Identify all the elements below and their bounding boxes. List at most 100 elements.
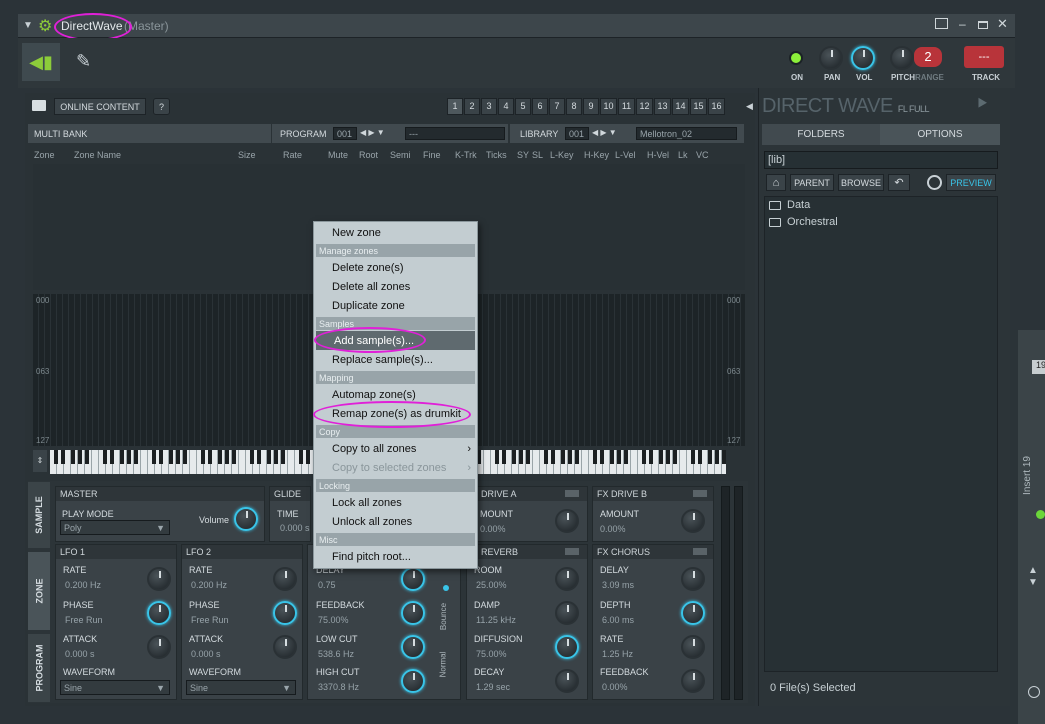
page-tab-15[interactable]: 15 [690,98,707,115]
column-header[interactable]: Lk [678,150,688,160]
preview-button[interactable]: PREVIEW [946,174,996,191]
high-cut-knob[interactable] [401,669,425,693]
parent-button[interactable]: PARENT [790,174,834,191]
tab-zone[interactable]: ZONE [28,552,50,630]
lfo1-attack-knob[interactable] [147,635,171,659]
menu-item-new-zone[interactable]: New zone [314,223,477,242]
chorus-feedback-knob[interactable] [681,669,705,693]
column-header[interactable]: L-Vel [615,150,636,160]
column-header[interactable]: Rate [283,150,302,160]
wrench-icon[interactable]: ✎ [76,51,91,72]
column-header[interactable]: Root [359,150,378,160]
lfo1-rate-knob[interactable] [147,567,171,591]
file-list[interactable] [764,196,998,672]
chorus-toggle[interactable] [693,548,707,555]
page-tab-13[interactable]: 13 [654,98,671,115]
reverb-toggle[interactable] [565,548,579,555]
column-header[interactable]: Ticks [486,150,507,160]
menu-item-add-sample[interactable]: Add sample(s)... [316,331,475,350]
program-number[interactable]: 001 [333,127,357,140]
preview-volume-knob[interactable] [927,175,942,190]
online-content-button[interactable]: ONLINE CONTENT [54,98,146,115]
fx-drive-b-toggle[interactable] [693,490,707,497]
decay-knob[interactable] [555,669,579,693]
stepper-arrows[interactable]: ▲ ▼ [1028,565,1038,589]
close-icon[interactable]: ✕ [997,16,1008,32]
library-nav-arrows[interactable]: ◀ ▶ ▼ [592,128,617,137]
tab-program[interactable]: PROGRAM [28,634,50,702]
multi-bank-tab[interactable]: MULTI BANK [28,124,271,143]
folder-icon[interactable] [32,100,46,111]
page-tab-4[interactable]: 4 [498,98,514,115]
lfo1-phase-knob[interactable] [147,601,171,625]
column-header[interactable]: K-Trk [455,150,477,160]
list-item[interactable]: Orchestral [769,216,838,228]
feedback-knob[interactable] [401,601,425,625]
chorus-delay-knob[interactable] [681,567,705,591]
column-header[interactable]: Fine [423,150,441,160]
library-name[interactable]: Mellotron_02 [636,127,737,140]
undo-button[interactable]: ↶ [888,174,910,191]
column-header[interactable]: H-Key [584,150,609,160]
menu-item-delete-zones[interactable]: Delete zone(s) [314,258,477,277]
page-tab-12[interactable]: 12 [636,98,653,115]
page-tab-8[interactable]: 8 [566,98,582,115]
bounce-led[interactable] [443,585,449,591]
column-header[interactable]: Semi [390,150,411,160]
lfo2-attack-knob[interactable] [273,635,297,659]
menu-item-remap-drumkit[interactable]: Remap zone(s) as drumkit [314,404,477,423]
clock-icon[interactable] [1028,686,1040,698]
page-tab-14[interactable]: 14 [672,98,689,115]
chorus-depth-knob[interactable] [681,601,705,625]
volume-knob[interactable] [234,507,258,531]
chorus-rate-knob[interactable] [681,635,705,659]
play-mode-select[interactable]: Poly ▼ [60,520,170,535]
room-knob[interactable] [555,567,579,591]
column-header[interactable]: Zone Name [74,150,121,160]
plugin-icon-button[interactable]: ◀▮ [22,43,60,81]
diffusion-knob[interactable] [555,635,579,659]
glide-time-value[interactable]: 0.000 s [280,523,310,533]
tab-sample[interactable]: SAMPLE [28,482,50,548]
page-tab-1[interactable]: 1 [447,98,463,115]
insert-led[interactable] [1036,510,1045,519]
fx-drive-a-knob[interactable] [555,509,579,533]
home-button[interactable]: ⌂ [766,174,786,191]
column-header[interactable]: SL [532,150,543,160]
vol-knob[interactable] [851,46,875,70]
track-display[interactable]: --- [964,46,1004,68]
column-header[interactable]: Zone [34,150,55,160]
page-tab-6[interactable]: 6 [532,98,548,115]
range-display[interactable]: 2 [914,47,942,67]
column-header[interactable]: H-Vel [647,150,669,160]
damp-knob[interactable] [555,601,579,625]
column-header[interactable]: Size [238,150,256,160]
page-tab-16[interactable]: 16 [708,98,725,115]
column-header[interactable]: L-Key [550,150,574,160]
gear-icon[interactable]: ⚙ [38,16,52,36]
column-header[interactable]: Mute [328,150,348,160]
page-tab-9[interactable]: 9 [583,98,599,115]
scroll-left-arrow[interactable]: ◀ [746,101,753,112]
lfo2-rate-knob[interactable] [273,567,297,591]
delay-knob[interactable] [401,567,425,591]
menu-item-lock-all[interactable]: Lock all zones [314,493,477,512]
page-tab-7[interactable]: 7 [549,98,565,115]
page-tab-5[interactable]: 5 [515,98,531,115]
low-cut-knob[interactable] [401,635,425,659]
fx-drive-a-toggle[interactable] [565,490,579,497]
lfo2-phase-knob[interactable] [273,601,297,625]
program-nav-arrows[interactable]: ◀ ▶ ▼ [360,128,385,137]
lfo2-waveform-select[interactable]: Sine ▼ [186,680,296,695]
chevron-down-icon[interactable]: ▼ [23,20,33,31]
menu-item-find-pitch[interactable]: Find pitch root... [314,547,477,566]
menu-item-unlock-all[interactable]: Unlock all zones [314,512,477,531]
tab-folders[interactable]: FOLDERS [762,124,880,145]
help-button[interactable]: ? [153,98,170,115]
menu-item-duplicate[interactable]: Duplicate zone [314,296,477,315]
page-tab-10[interactable]: 10 [600,98,617,115]
on-led[interactable] [789,51,803,65]
column-header[interactable]: VC [696,150,709,160]
keyboard-scroll-button[interactable]: ⇕ [33,450,47,472]
pitch-knob[interactable] [890,46,914,70]
